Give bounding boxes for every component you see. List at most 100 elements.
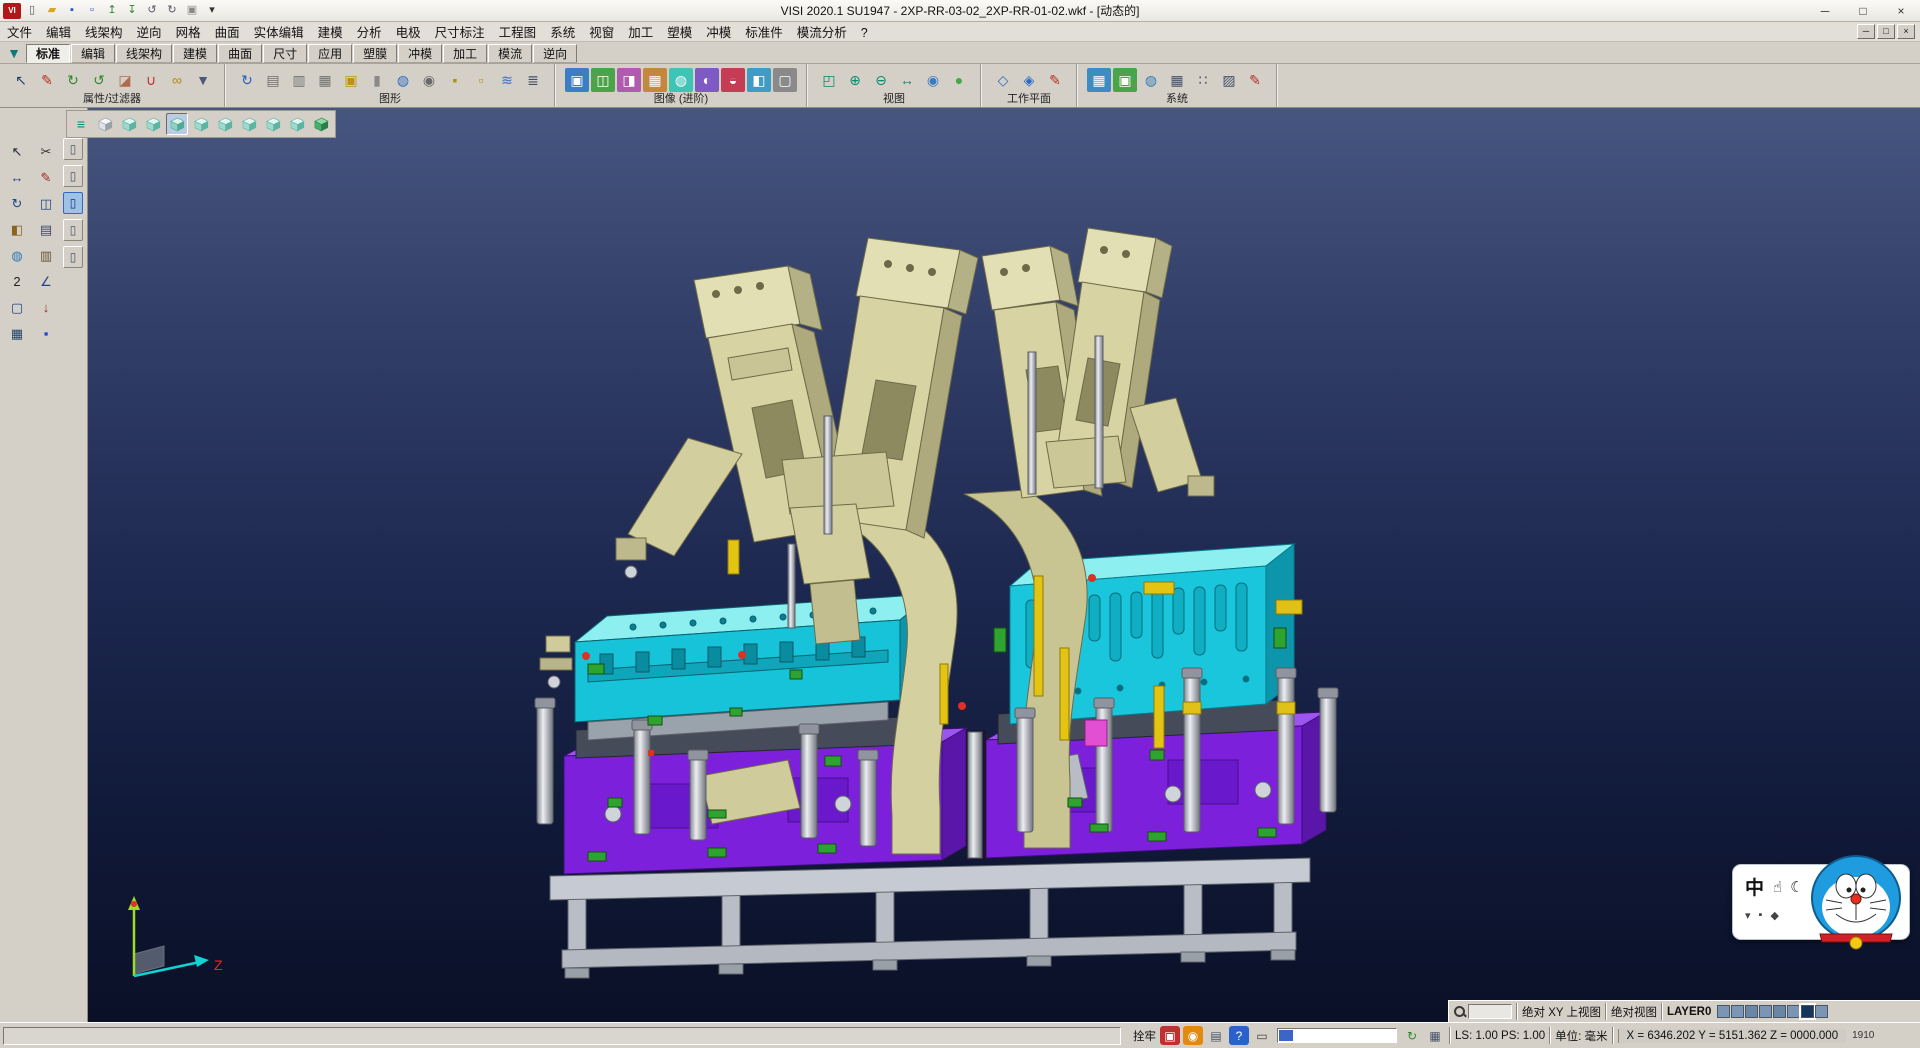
menu-electrode[interactable]: 电极 bbox=[389, 21, 428, 42]
snapshot-icon[interactable]: ▢ bbox=[773, 68, 797, 92]
barrel-icon[interactable]: ◍ bbox=[391, 68, 415, 92]
layer-label[interactable]: LAYER0 bbox=[1667, 1006, 1711, 1018]
menu-die[interactable]: 冲模 bbox=[699, 21, 738, 42]
status-refresh-icon[interactable]: ↻ bbox=[1402, 1026, 1422, 1045]
color-swatch-2[interactable] bbox=[1731, 1005, 1744, 1018]
mdi-minimize-button[interactable]: ─ bbox=[1857, 24, 1875, 39]
layer-stack-1-icon[interactable]: ▤ bbox=[261, 68, 285, 92]
model-die-plate-left[interactable] bbox=[575, 594, 932, 740]
export-icon[interactable]: ↧ bbox=[123, 3, 141, 19]
color-swatch-5[interactable] bbox=[1773, 1005, 1786, 1018]
redo-icon[interactable]: ↻ bbox=[163, 3, 181, 19]
save-disk-icon[interactable]: ▪ bbox=[33, 322, 59, 345]
visi-logo-icon[interactable]: VI bbox=[3, 3, 21, 19]
tab-wireframe[interactable]: 线架构 bbox=[116, 44, 172, 63]
render-hidden-line-icon[interactable]: ◨ bbox=[617, 68, 641, 92]
menu-flow-analysis[interactable]: 模流分析 bbox=[790, 21, 854, 42]
menu-window[interactable]: 视窗 bbox=[582, 21, 621, 42]
globe-icon[interactable]: ◍ bbox=[4, 244, 30, 267]
texture-icon[interactable]: ▦ bbox=[643, 68, 667, 92]
zoom-out-icon[interactable]: ⊖ bbox=[869, 68, 893, 92]
transparency-icon[interactable]: ◒ bbox=[721, 68, 745, 92]
tab-reverse[interactable]: 逆向 bbox=[533, 44, 577, 63]
color-swatch-6[interactable] bbox=[1787, 1005, 1800, 1018]
rotate-icon[interactable]: ↻ bbox=[4, 192, 30, 215]
maximize-button[interactable]: □ bbox=[1844, 0, 1882, 21]
view-cube-wire-icon[interactable] bbox=[94, 113, 116, 135]
import-icon[interactable]: ↥ bbox=[103, 3, 121, 19]
tab-standard[interactable]: 标准 bbox=[26, 44, 70, 63]
menu-analysis[interactable]: 分析 bbox=[350, 21, 389, 42]
notes-icon[interactable]: ▥ bbox=[33, 244, 59, 267]
menu-drawing[interactable]: 工程图 bbox=[492, 21, 544, 42]
workplane-align-icon[interactable]: ◈ bbox=[1017, 68, 1041, 92]
tab-edit[interactable]: 编辑 bbox=[71, 44, 115, 63]
tabbar-dropdown-button[interactable]: ▼ bbox=[2, 41, 26, 65]
menu-solid-edit[interactable]: 实体编辑 bbox=[247, 21, 311, 42]
fill-color-icon[interactable]: ◧ bbox=[4, 218, 30, 241]
window-tile-icon[interactable]: ▦ bbox=[1087, 68, 1111, 92]
eraser-icon[interactable]: ◪ bbox=[113, 68, 137, 92]
new-file-icon[interactable]: ▯ bbox=[23, 3, 41, 19]
tab-machining[interactable]: 加工 bbox=[443, 44, 487, 63]
tab-mold[interactable]: 塑膜 bbox=[353, 44, 397, 63]
lock-open-icon[interactable]: ▫ bbox=[469, 68, 493, 92]
status-print-icon[interactable]: ▭ bbox=[1252, 1026, 1272, 1045]
cylinder-icon[interactable]: ▮ bbox=[365, 68, 389, 92]
clip-view-1-icon[interactable]: ▯ bbox=[63, 138, 83, 160]
view-mode-label[interactable]: 绝对 XY 上视图 bbox=[1522, 1004, 1601, 1020]
tab-modeling[interactable]: 建模 bbox=[173, 44, 217, 63]
grid-icon[interactable]: ▦ bbox=[1165, 68, 1189, 92]
color-swatch-7[interactable] bbox=[1801, 1005, 1814, 1018]
lighting-icon[interactable]: ◐ bbox=[695, 68, 719, 92]
absolute-view-label[interactable]: 绝对视图 bbox=[1611, 1004, 1657, 1020]
mdi-close-button[interactable]: × bbox=[1897, 24, 1915, 39]
menu-modeling[interactable]: 建模 bbox=[311, 21, 350, 42]
globe-icon[interactable]: ◍ bbox=[1139, 68, 1163, 92]
tab-dimension[interactable]: 尺寸 bbox=[263, 44, 307, 63]
menu-help[interactable]: ? bbox=[854, 25, 875, 41]
menu-edit[interactable]: 编辑 bbox=[39, 21, 78, 42]
magnet-icon[interactable]: ∪ bbox=[139, 68, 163, 92]
3d-model[interactable]: Z bbox=[88, 108, 1920, 1022]
undo-icon[interactable]: ↺ bbox=[143, 3, 161, 19]
solid-box-icon[interactable]: ▣ bbox=[339, 68, 363, 92]
view-left-icon[interactable] bbox=[190, 113, 212, 135]
annotate-icon[interactable]: ✎ bbox=[1243, 68, 1267, 92]
pan-view-icon[interactable]: ↔ bbox=[895, 68, 919, 92]
status-palette-icon[interactable]: ▤ bbox=[1206, 1026, 1226, 1045]
angle-compass-icon[interactable]: ∠ bbox=[33, 270, 59, 293]
mirror-icon[interactable]: ◫ bbox=[33, 192, 59, 215]
view-right-icon[interactable] bbox=[166, 113, 188, 135]
lock-closed-icon[interactable]: ▪ bbox=[443, 68, 467, 92]
menu-file[interactable]: 文件 bbox=[0, 21, 39, 42]
snap-grid-icon[interactable]: ∷ bbox=[1191, 68, 1215, 92]
clip-view-3-icon[interactable]: ▯ bbox=[63, 192, 83, 214]
menu-surface[interactable]: 曲面 bbox=[208, 21, 247, 42]
ime-full-half-icon[interactable]: ▪ bbox=[1759, 909, 1763, 922]
chain-link-icon[interactable]: ∞ bbox=[165, 68, 189, 92]
color-swatch-4[interactable] bbox=[1759, 1005, 1772, 1018]
save-all-icon[interactable]: ▫ bbox=[83, 3, 101, 19]
dimension-2-icon[interactable]: 2 bbox=[4, 270, 30, 293]
menu-system[interactable]: 系统 bbox=[543, 21, 582, 42]
menu-mesh[interactable]: 网格 bbox=[169, 21, 208, 42]
section-view-icon[interactable]: ◧ bbox=[747, 68, 771, 92]
view-back-icon[interactable] bbox=[238, 113, 260, 135]
clip-view-4-icon[interactable]: ▯ bbox=[63, 219, 83, 241]
tab-die[interactable]: 冲模 bbox=[398, 44, 442, 63]
image-viewer-icon[interactable]: ▣ bbox=[1113, 68, 1137, 92]
filter-funnel-icon[interactable]: ▼ bbox=[191, 68, 215, 92]
workplane-icon[interactable]: ◇ bbox=[991, 68, 1015, 92]
viewport[interactable]: Z bbox=[88, 108, 1920, 1022]
ime-language-indicator[interactable]: 中 bbox=[1745, 873, 1764, 900]
pin-down-icon[interactable]: ↓ bbox=[33, 296, 59, 319]
color-swatch-1[interactable] bbox=[1717, 1005, 1730, 1018]
menu-wireframe[interactable]: 线架构 bbox=[78, 21, 130, 42]
status-ime-icon[interactable]: ◉ bbox=[1183, 1026, 1203, 1045]
clip-view-5-icon[interactable]: ▯ bbox=[63, 246, 83, 268]
box-select-icon[interactable]: ▢ bbox=[4, 296, 30, 319]
quick-access-dropdown-icon[interactable]: ▾ bbox=[203, 3, 221, 19]
sheet-icon[interactable]: ▤ bbox=[33, 218, 59, 241]
select-properties-icon[interactable]: ↖ bbox=[9, 68, 33, 92]
